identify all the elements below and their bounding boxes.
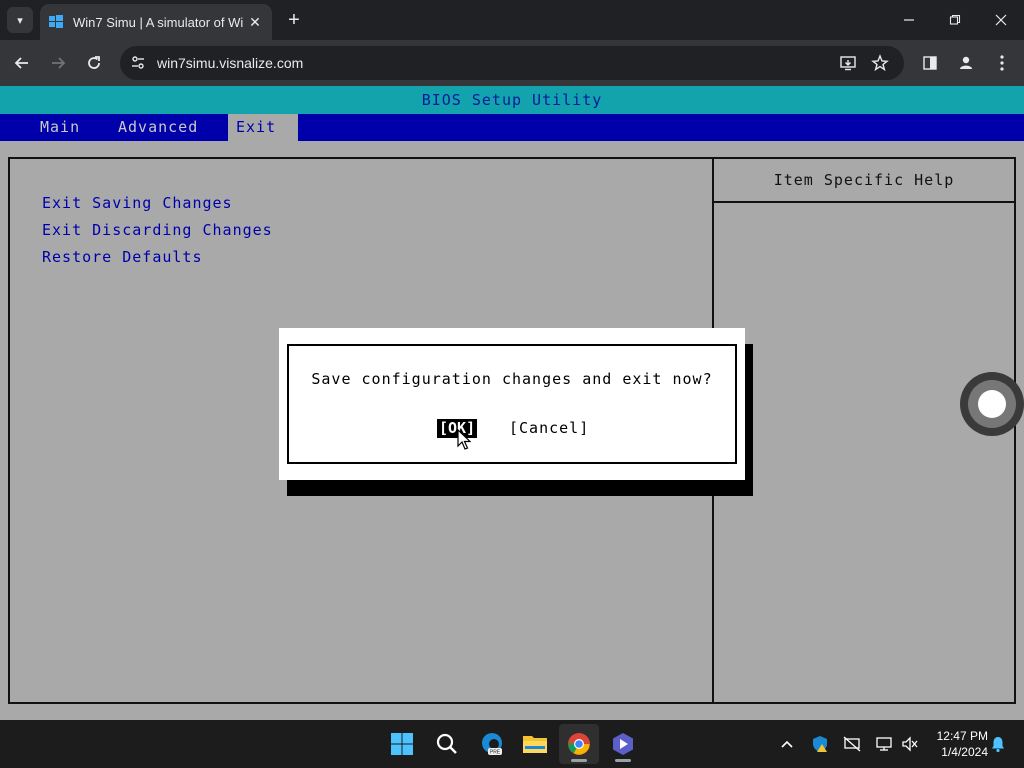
- browser-tabstrip: ▾ Win7 Simu | A simulator of Win ✕ +: [0, 0, 1024, 40]
- tab-search-icon[interactable]: ▾: [7, 7, 33, 33]
- active-app-indicator: [571, 759, 587, 762]
- edge-preview-icon[interactable]: PRE: [472, 724, 512, 764]
- site-info-icon[interactable]: [130, 55, 146, 71]
- option-exit-discarding-changes[interactable]: Exit Discarding Changes: [42, 221, 273, 239]
- browser-tab[interactable]: Win7 Simu | A simulator of Win ✕: [40, 4, 272, 40]
- clock-date: 1/4/2024: [941, 745, 988, 759]
- confirm-dialog-frame: Save configuration changes and exit now?…: [287, 344, 737, 464]
- help-panel-title: Item Specific Help: [714, 159, 1014, 203]
- clock-time: 12:47 PM: [936, 729, 988, 743]
- bios-menu-exit[interactable]: Exit: [228, 114, 298, 141]
- mouse-pointer-icon: [457, 429, 471, 450]
- url-text: win7simu.visnalize.com: [157, 55, 304, 71]
- app-icon[interactable]: [603, 724, 643, 764]
- bios-menu-advanced[interactable]: Advanced: [110, 114, 206, 141]
- option-restore-defaults[interactable]: Restore Defaults: [42, 248, 203, 266]
- windows-favicon-icon: [49, 15, 63, 28]
- bios-menu-main[interactable]: Main: [32, 114, 88, 141]
- restore-icon[interactable]: [932, 6, 978, 34]
- forward-icon[interactable]: [43, 48, 73, 78]
- address-bar[interactable]: win7simu.visnalize.com: [120, 46, 904, 80]
- side-panel-icon[interactable]: [915, 48, 945, 78]
- new-tab-icon[interactable]: +: [282, 8, 306, 32]
- bios-menu-bar: Main Advanced Exit: [0, 114, 1024, 141]
- taskbar: PRE 12:47 PM 1/4/2024: [0, 720, 1024, 768]
- tab-close-icon[interactable]: ✕: [246, 13, 264, 31]
- floating-button-dot: [978, 390, 1006, 418]
- browser-menu-icon[interactable]: [987, 48, 1017, 78]
- network-disconnected-icon[interactable]: [840, 732, 864, 756]
- running-app-indicator: [615, 759, 631, 762]
- install-app-icon[interactable]: [833, 48, 863, 78]
- minimize-icon[interactable]: [886, 6, 932, 34]
- floating-action-button[interactable]: [960, 372, 1024, 436]
- tab-title: Win7 Simu | A simulator of Win: [73, 14, 243, 30]
- notification-bell-icon[interactable]: [986, 732, 1010, 756]
- bookmark-star-icon[interactable]: [865, 48, 895, 78]
- start-icon[interactable]: [382, 724, 422, 764]
- security-warning-icon[interactable]: [808, 732, 832, 756]
- display-icon[interactable]: [872, 732, 896, 756]
- profile-icon[interactable]: [951, 48, 981, 78]
- cancel-button[interactable]: [Cancel]: [509, 419, 589, 438]
- dialog-message: Save configuration changes and exit now?: [311, 370, 713, 388]
- back-icon[interactable]: [7, 48, 37, 78]
- reload-icon[interactable]: [79, 48, 109, 78]
- floating-button-ring: [968, 380, 1016, 428]
- option-exit-saving-changes[interactable]: Exit Saving Changes: [42, 194, 233, 212]
- svg-text:PRE: PRE: [490, 750, 501, 756]
- browser-toolbar: win7simu.visnalize.com: [0, 40, 1024, 86]
- file-explorer-icon[interactable]: [515, 724, 555, 764]
- volume-muted-icon[interactable]: [898, 732, 922, 756]
- confirm-dialog: Save configuration changes and exit now?…: [279, 328, 745, 480]
- search-icon[interactable]: [427, 724, 467, 764]
- bios-title: BIOS Setup Utility: [0, 86, 1024, 114]
- chrome-icon[interactable]: [559, 724, 599, 764]
- close-window-icon[interactable]: [978, 6, 1024, 34]
- taskbar-clock[interactable]: 12:47 PM 1/4/2024: [924, 728, 988, 760]
- tray-chevron-up-icon[interactable]: [775, 732, 799, 756]
